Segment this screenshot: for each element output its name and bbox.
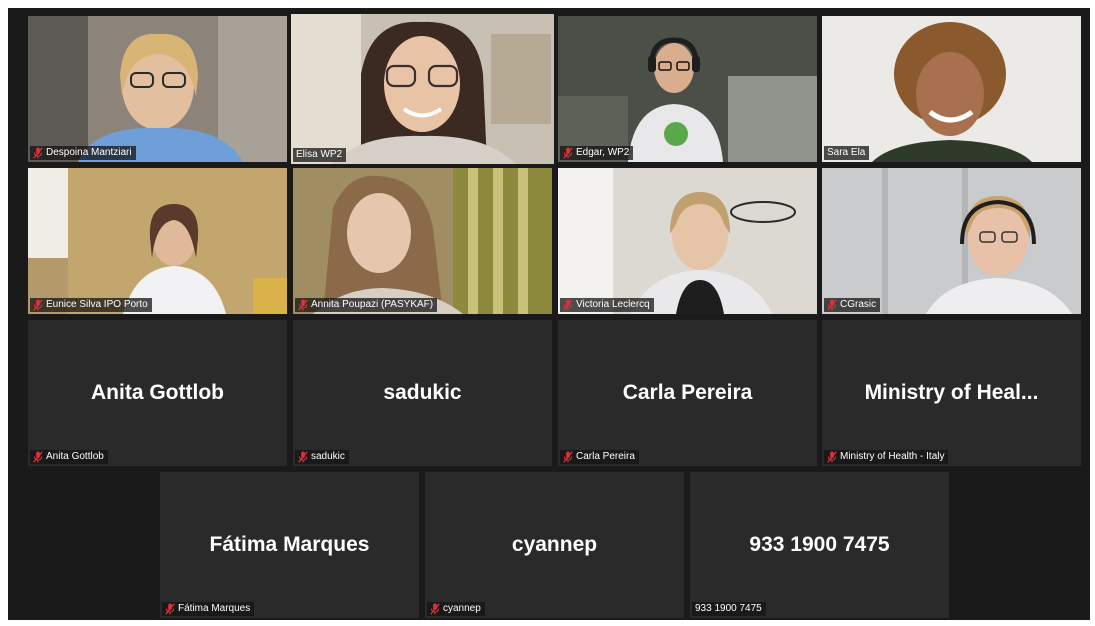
mic-muted-icon	[563, 147, 573, 159]
participant-name: Fátima Marques	[178, 603, 251, 614]
video-tile-despoina[interactable]: Despoina Mantziari	[28, 16, 287, 162]
participant-name: Edgar, WP2	[576, 147, 630, 158]
participant-display-name: Anita Gottlob	[91, 381, 224, 404]
mic-muted-icon	[33, 299, 43, 311]
participant-nameplate: Carla Pereira	[560, 450, 639, 464]
mic-muted-icon	[430, 603, 440, 615]
video-feed	[291, 14, 554, 164]
participant-nameplate: Sara Ela	[824, 146, 870, 160]
participant-nameplate: Eunice Silva IPO Porto	[30, 298, 152, 312]
participant-nameplate: CGrasic	[824, 298, 881, 312]
participant-name: Sara Ela	[827, 147, 866, 158]
video-tile-sara[interactable]: Sara Ela	[822, 16, 1081, 162]
mic-muted-icon	[33, 451, 43, 463]
video-tile-eunice[interactable]: Eunice Silva IPO Porto	[28, 168, 287, 314]
video-tile-victoria[interactable]: Victoria Leclercq	[558, 168, 817, 314]
mic-muted-icon	[563, 451, 573, 463]
participant-display-name: sadukic	[383, 381, 462, 404]
participant-nameplate: Annita Poupazi (PASYKAF)	[295, 298, 438, 312]
video-feed	[28, 168, 287, 314]
mic-muted-icon	[827, 299, 837, 311]
participant-name: Carla Pereira	[576, 451, 635, 462]
participant-nameplate: Elisa WP2	[293, 148, 347, 162]
participant-name: CGrasic	[840, 299, 877, 310]
video-tile-elisa-active-speaker[interactable]: Elisa WP2	[291, 14, 554, 164]
mic-muted-icon	[563, 299, 573, 311]
participant-name: Ministry of Health - Italy	[840, 451, 945, 462]
participant-display-name: Carla Pereira	[622, 381, 753, 404]
video-tile-annita[interactable]: Annita Poupazi (PASYKAF)	[293, 168, 552, 314]
video-feed	[558, 168, 817, 314]
video-feed	[293, 168, 552, 314]
video-tile-edgar[interactable]: Edgar, WP2	[558, 16, 817, 162]
mic-muted-icon	[298, 299, 308, 311]
participant-nameplate: Ministry of Health - Italy	[824, 450, 949, 464]
participant-display-name: 933 1900 7475	[749, 533, 890, 556]
participant-display-name: Fátima Marques	[209, 533, 370, 556]
participant-display-name: Ministry of Heal...	[864, 381, 1039, 404]
participant-nameplate: 933 1900 7475	[692, 602, 766, 616]
mic-muted-icon	[827, 451, 837, 463]
participant-name: Eunice Silva IPO Porto	[46, 299, 148, 310]
participant-name: Annita Poupazi (PASYKAF)	[311, 299, 434, 310]
participant-nameplate: Victoria Leclercq	[560, 298, 654, 312]
participant-nameplate: cyannep	[427, 602, 485, 616]
name-tile-carla-pereira[interactable]: Carla Pereira Carla Pereira	[558, 320, 817, 466]
name-tile-phone-number[interactable]: 933 1900 7475 933 1900 7475	[690, 472, 949, 618]
video-feed	[558, 16, 817, 162]
name-tile-fatima-marques[interactable]: Fátima Marques Fátima Marques	[160, 472, 419, 618]
participant-nameplate: Edgar, WP2	[560, 146, 634, 160]
name-tile-sadukic[interactable]: sadukic sadukic	[293, 320, 552, 466]
video-feed	[28, 16, 287, 162]
mic-muted-icon	[165, 603, 175, 615]
participant-name: 933 1900 7475	[695, 603, 762, 614]
participant-nameplate: Fátima Marques	[162, 602, 255, 616]
participant-name: Victoria Leclercq	[576, 299, 650, 310]
participant-nameplate: sadukic	[295, 450, 349, 464]
name-tile-ministry-of-health[interactable]: Ministry of Heal... Ministry of Health -…	[822, 320, 1081, 466]
participant-name: sadukic	[311, 451, 345, 462]
participant-name: cyannep	[443, 603, 481, 614]
video-feed	[822, 16, 1081, 162]
video-feed	[822, 168, 1081, 314]
participant-name: Anita Gottlob	[46, 451, 104, 462]
participant-display-name: cyannep	[511, 533, 598, 556]
mic-muted-icon	[33, 147, 43, 159]
participant-name: Elisa WP2	[296, 149, 343, 160]
video-tile-cgrasic[interactable]: CGrasic	[822, 168, 1081, 314]
video-gallery: Despoina Mantziari Elisa WP2 Edgar, WP2 …	[8, 8, 1090, 620]
participant-nameplate: Anita Gottlob	[30, 450, 108, 464]
name-tile-cyannep[interactable]: cyannep cyannep	[425, 472, 684, 618]
participant-name: Despoina Mantziari	[46, 147, 132, 158]
mic-muted-icon	[298, 451, 308, 463]
name-tile-anita-gottlob[interactable]: Anita Gottlob Anita Gottlob	[28, 320, 287, 466]
participant-nameplate: Despoina Mantziari	[30, 146, 136, 160]
